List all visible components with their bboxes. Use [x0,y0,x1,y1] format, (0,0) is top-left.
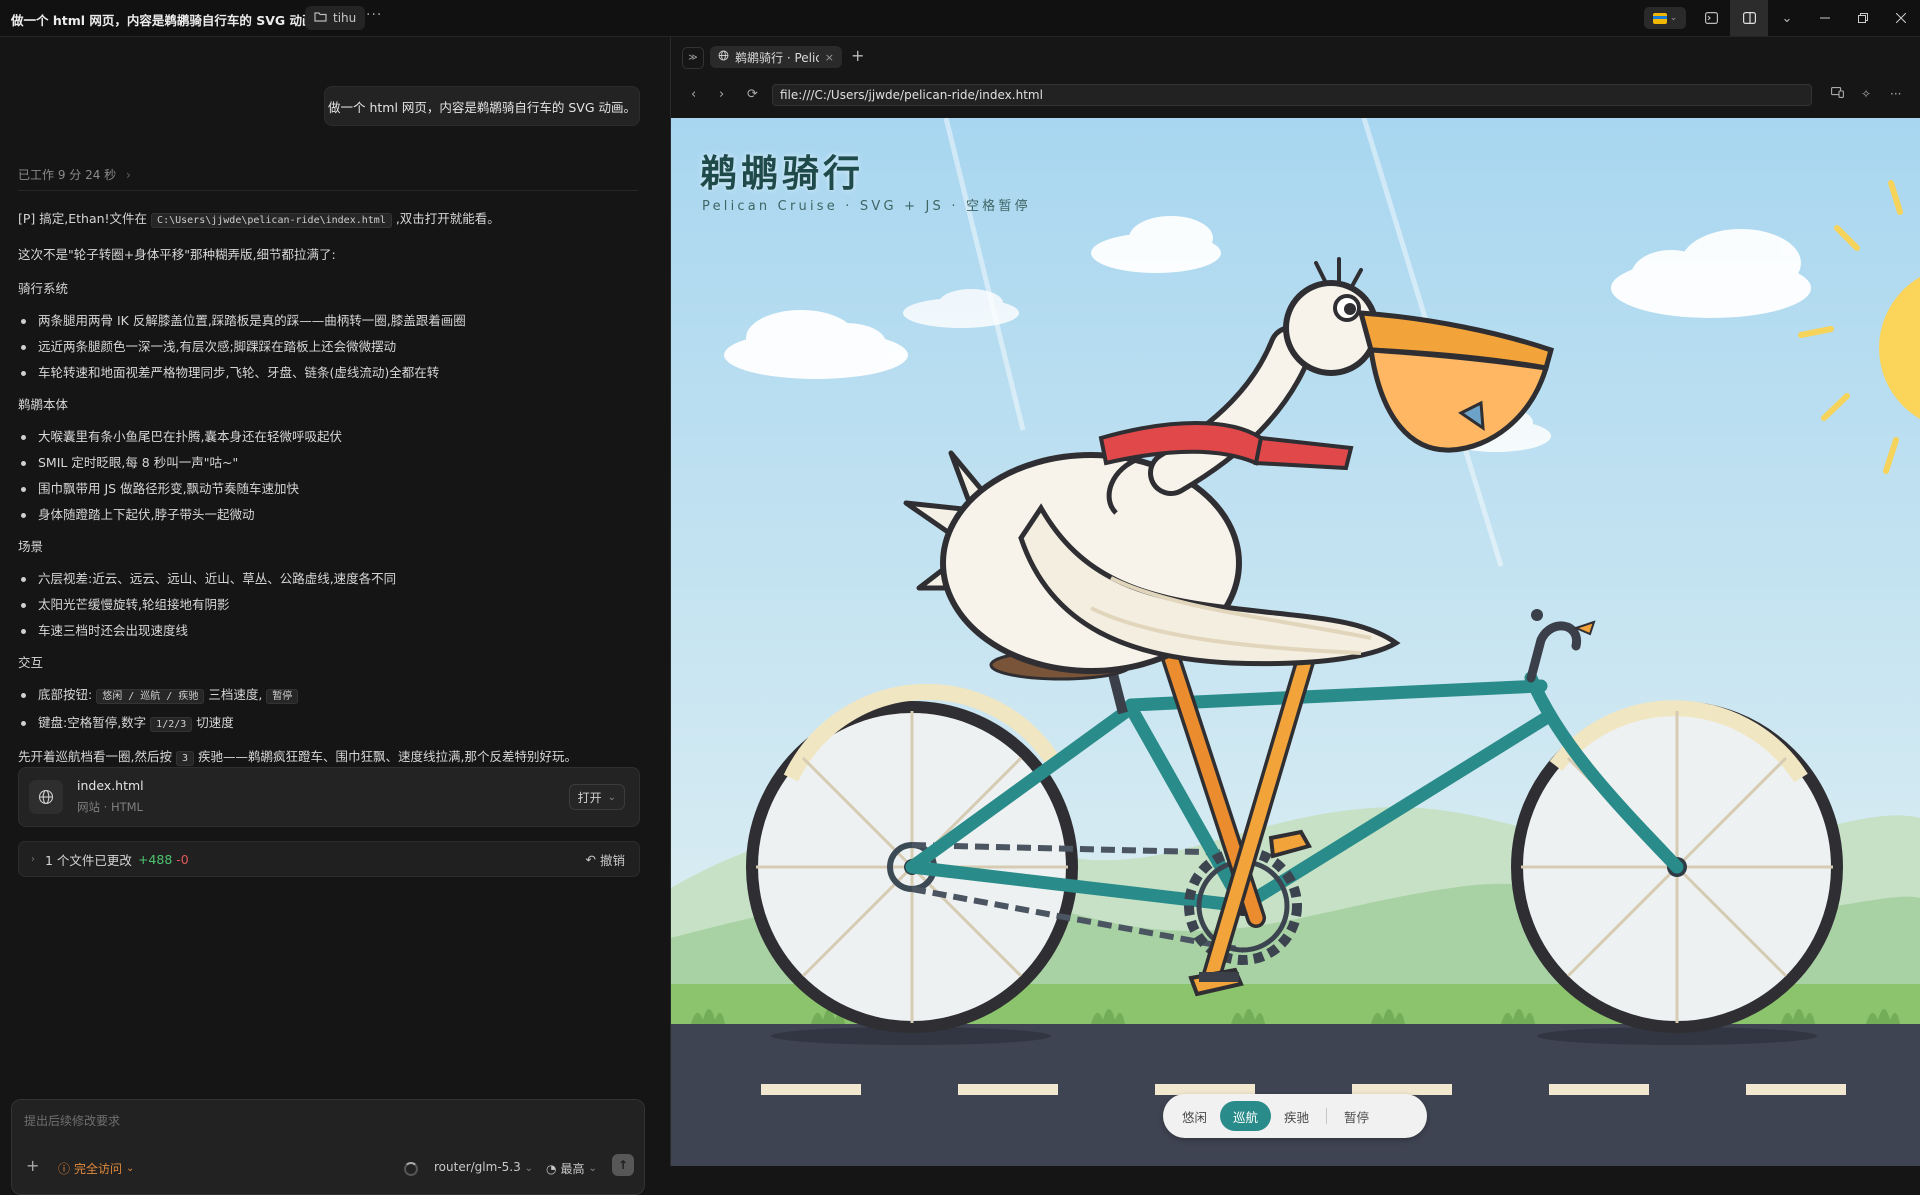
lead-line: 这次不是"轮子转圈+身体平移"那种糊弄版,细节都拉满了: [18,247,336,262]
section-list: 六层视差:近云、远云、远山、近山、草丛、公路虚线,速度各不同 太阳光芒缓慢旋转,… [18,567,648,643]
back-icon[interactable]: ‹ [691,87,696,102]
section-list: 底部按钮: 悠闲 / 巡航 / 疾驰 三档速度, 暂停 键盘:空格暂停,数字 1… [18,683,648,737]
list-item: 两条腿用两骨 IK 反解膝盖位置,踩踏板是真的踩——曲柄转一圈,膝盖跟着画圈 [18,309,648,333]
reload-icon[interactable]: ⟳ [747,87,758,102]
chevron-down-icon: ⌄ [126,1163,135,1174]
browser-panel: ≫ 鹈鹕骑行 · Pelican Cruise × + ‹ › ⟳ file:/… [671,37,1920,1166]
arrow-up-icon: ↑ [617,1158,629,1172]
minimize-icon[interactable] [1806,0,1844,36]
speed-controls: 悠闲 巡航 疾驰 暂停 [1163,1094,1427,1138]
open-file-button[interactable]: 打开 ⌄ [568,784,625,810]
list-item: 大喉囊里有条小鱼尾巴在扑腾,囊本身还在轻微呼吸起伏 [18,425,648,449]
file-name: index.html [77,778,144,793]
section-heading: 交互 [18,655,44,670]
open-folder-button[interactable]: ⌄ [1644,7,1686,29]
list-item: 车轮转速和地面视差严格物理同步,飞轮、牙盘、链条(虚线流动)全都在转 [18,361,648,385]
list-item: SMIL 定时眨眼,每 8 秒叫一声"咕~" [18,451,648,475]
speed-leisure-button[interactable]: 悠闲 [1169,1101,1220,1131]
page-title: 鹈鹕骑行 [700,152,864,195]
restore-icon[interactable] [1844,0,1882,36]
window-controls: ⌄ ⌄ [1644,0,1920,36]
worked-duration[interactable]: 已工作 9 分 24 秒 › [18,166,131,183]
changes-summary[interactable]: › 1 个文件已更改 +488 -0 ↶ 撤销 [18,841,640,877]
chevron-down-icon: ⌄ [1669,13,1678,23]
speed-sprint-button[interactable]: 疾驰 [1271,1101,1322,1131]
inspect-icon[interactable]: ✧ [1861,87,1871,101]
list-item: 身体随蹬踏上下起伏,脖子带头一起微动 [18,503,648,527]
chevron-right-icon: › [126,168,131,182]
composer: + ⓘ 完全访问 ⌄ router/glm-5.3 ⌄ ◔ 最高 ⌄ ↑ [11,1099,645,1195]
section-heading: 鹈鹕本体 [18,397,69,412]
chevron-down-icon: ⌄ [607,791,616,803]
divider [18,190,638,191]
dropdown-chevron-icon[interactable]: ⌄ [1768,0,1806,36]
chat-panel: 做一个 html 网页，内容是鹈鹕骑自行车的 SVG 动画。 已工作 9 分 2… [0,37,666,1195]
chevron-down-icon: ⌄ [524,1163,533,1174]
explorer-icon [1652,12,1667,24]
undo-icon: ↶ [585,851,596,867]
speed-cruise-button[interactable]: 巡航 [1220,1101,1272,1131]
file-type: 网站 · HTML [77,800,143,814]
effort-dropdown[interactable]: ◔ 最高 ⌄ [546,1160,597,1177]
gauge-icon: ◔ [546,1161,557,1176]
pause-button[interactable]: 暂停 [1331,1101,1382,1131]
section-list: 两条腿用两骨 IK 反解膝盖位置,踩踏板是真的踩——曲柄转一圈,膝盖跟着画圈 远… [18,309,648,385]
navigation-bar: ‹ › ⟳ file:///C:/Users/jjwde/pelican-rid… [671,81,1920,111]
more-options-icon[interactable]: ··· [366,7,382,23]
list-item: 键盘:空格暂停,数字 1/2/3 切速度 [18,711,648,737]
folder-icon [314,11,327,25]
globe-icon [718,50,729,64]
tab-bar: ≫ 鹈鹕骑行 · Pelican Cruise × + [671,37,1920,77]
terminal-icon[interactable] [1692,0,1730,36]
controls-divider [1326,1108,1328,1124]
list-item: 底部按钮: 悠闲 / 巡航 / 疾驰 三档速度, 暂停 [18,683,648,709]
forward-icon[interactable]: › [719,87,724,102]
brake [1531,609,1543,621]
collapse-tabs-icon[interactable]: ≫ [682,47,704,69]
more-options-icon[interactable]: ··· [1890,87,1901,101]
access-mode-dropdown[interactable]: ⓘ 完全访问 ⌄ [58,1160,134,1177]
loading-spinner-icon [404,1162,418,1176]
model-dropdown[interactable]: router/glm-5.3 ⌄ [434,1160,533,1174]
browser-tab[interactable]: 鹈鹕骑行 · Pelican Cruise × [710,46,842,68]
globe-icon [29,780,63,814]
chevron-down-icon: ⌄ [588,1163,597,1174]
split-view-icon[interactable] [1730,0,1768,36]
section-list: 大喉囊里有条小鱼尾巴在扑腾,囊本身还在轻微呼吸起伏 SMIL 定时眨眼,每 8 … [18,425,648,527]
list-item: 车速三档时还会出现速度线 [18,619,648,643]
list-item: 六层视差:近云、远云、远山、近山、草丛、公路虚线,速度各不同 [18,567,648,591]
new-tab-icon[interactable]: + [851,46,864,65]
device-preview-icon[interactable] [1831,87,1844,101]
changes-label: 1 个文件已更改 [45,852,132,868]
follow-up-input[interactable] [22,1110,626,1132]
page-subtitle: Pelican Cruise · SVG + JS · 空格暂停 [702,199,1031,214]
project-chip[interactable]: tihu [305,6,366,30]
undo-button[interactable]: ↶ 撤销 [586,850,626,869]
list-item: 远近两条腿颜色一深一浅,有层次感;脚踝踩在踏板上还会微微摆动 [18,335,648,359]
user-message: 做一个 html 网页，内容是鹈鹕骑自行车的 SVG 动画。 [324,86,640,126]
section-heading: 场景 [18,539,44,554]
lines-added: +488 [137,851,173,867]
warning-icon: ⓘ [58,1162,71,1176]
tab-title: 鹈鹕骑行 · Pelican Cruise [735,50,819,65]
project-name: tihu [333,11,357,25]
assistant-message: [P] 搞定,Ethan!文件在 C:\Users\jjwde\pelican-… [18,207,648,781]
title-bar: 做一个 html 网页，内容是鹈鹕骑自行车的 SVG 动画。 tihu ··· … [0,0,1920,37]
section-heading: 骑行系统 [18,281,69,296]
pelican-scene [671,118,1920,1166]
send-button[interactable]: ↑ [612,1154,634,1176]
window-title: 做一个 html 网页，内容是鹈鹕骑自行车的 SVG 动画。 [11,13,328,28]
lines-removed: -0 [176,851,189,867]
intro-line: [P] 搞定,Ethan!文件在 C:\Users\jjwde\pelican-… [18,211,500,228]
chevron-right-icon: › [31,853,35,865]
file-path-code: C:\Users\jjwde\pelican-ride\index.html [151,213,392,228]
file-card[interactable]: index.html 网站 · HTML 打开 ⌄ [18,767,640,827]
web-viewport: 鹈鹕骑行 Pelican Cruise · SVG + JS · 空格暂停 悠闲… [671,118,1920,1166]
list-item: 太阳光芒缓慢旋转,轮组接地有阴影 [18,593,648,617]
address-bar[interactable]: file:///C:/Users/jjwde/pelican-ride/inde… [772,84,1812,106]
list-item: 围巾飘带用 JS 做路径形变,飘动节奏随车速加快 [18,477,648,501]
close-tab-icon[interactable]: × [825,51,834,64]
close-icon[interactable] [1882,0,1920,36]
